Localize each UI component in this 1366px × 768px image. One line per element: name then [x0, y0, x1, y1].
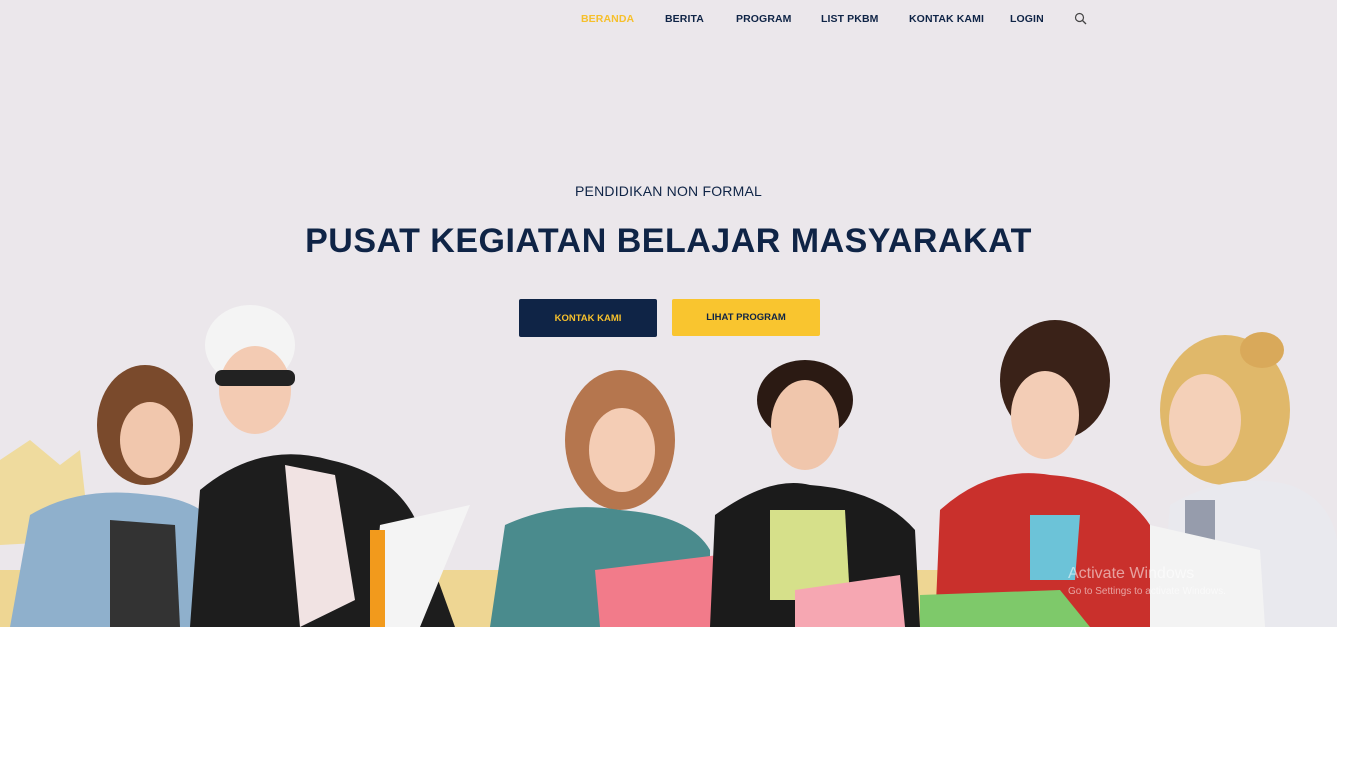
view-program-button[interactable]: LIHAT PROGRAM: [672, 299, 820, 336]
nav-item-beranda[interactable]: BERANDA: [581, 13, 634, 25]
watermark-subtitle: Go to Settings to activate Windows.: [1068, 586, 1226, 597]
nav-item-list-pkbm[interactable]: LIST PKBM: [821, 13, 878, 25]
nav-item-login[interactable]: LOGIN: [1010, 13, 1044, 25]
search-icon[interactable]: [1074, 12, 1087, 25]
page-right-gutter: [1337, 0, 1366, 768]
watermark-title: Activate Windows: [1068, 565, 1195, 582]
hero-eyebrow: PENDIDIKAN NON FORMAL: [575, 183, 762, 199]
activate-windows-watermark: Activate Windows Go to Settings to activ…: [1068, 565, 1226, 601]
hero-section: BERANDA BERITA PROGRAM LIST PKBM KONTAK …: [0, 0, 1337, 627]
nav-item-program[interactable]: PROGRAM: [736, 13, 792, 25]
nav-item-kontak-kami[interactable]: KONTAK KAMI: [909, 13, 984, 25]
main-navigation: BERANDA BERITA PROGRAM LIST PKBM KONTAK …: [0, 0, 1337, 40]
nav-item-berita[interactable]: BERITA: [665, 13, 704, 25]
contact-us-button[interactable]: KONTAK KAMI: [519, 299, 657, 337]
hero-title: PUSAT KEGIATAN BELAJAR MASYARAKAT: [305, 222, 1032, 260]
